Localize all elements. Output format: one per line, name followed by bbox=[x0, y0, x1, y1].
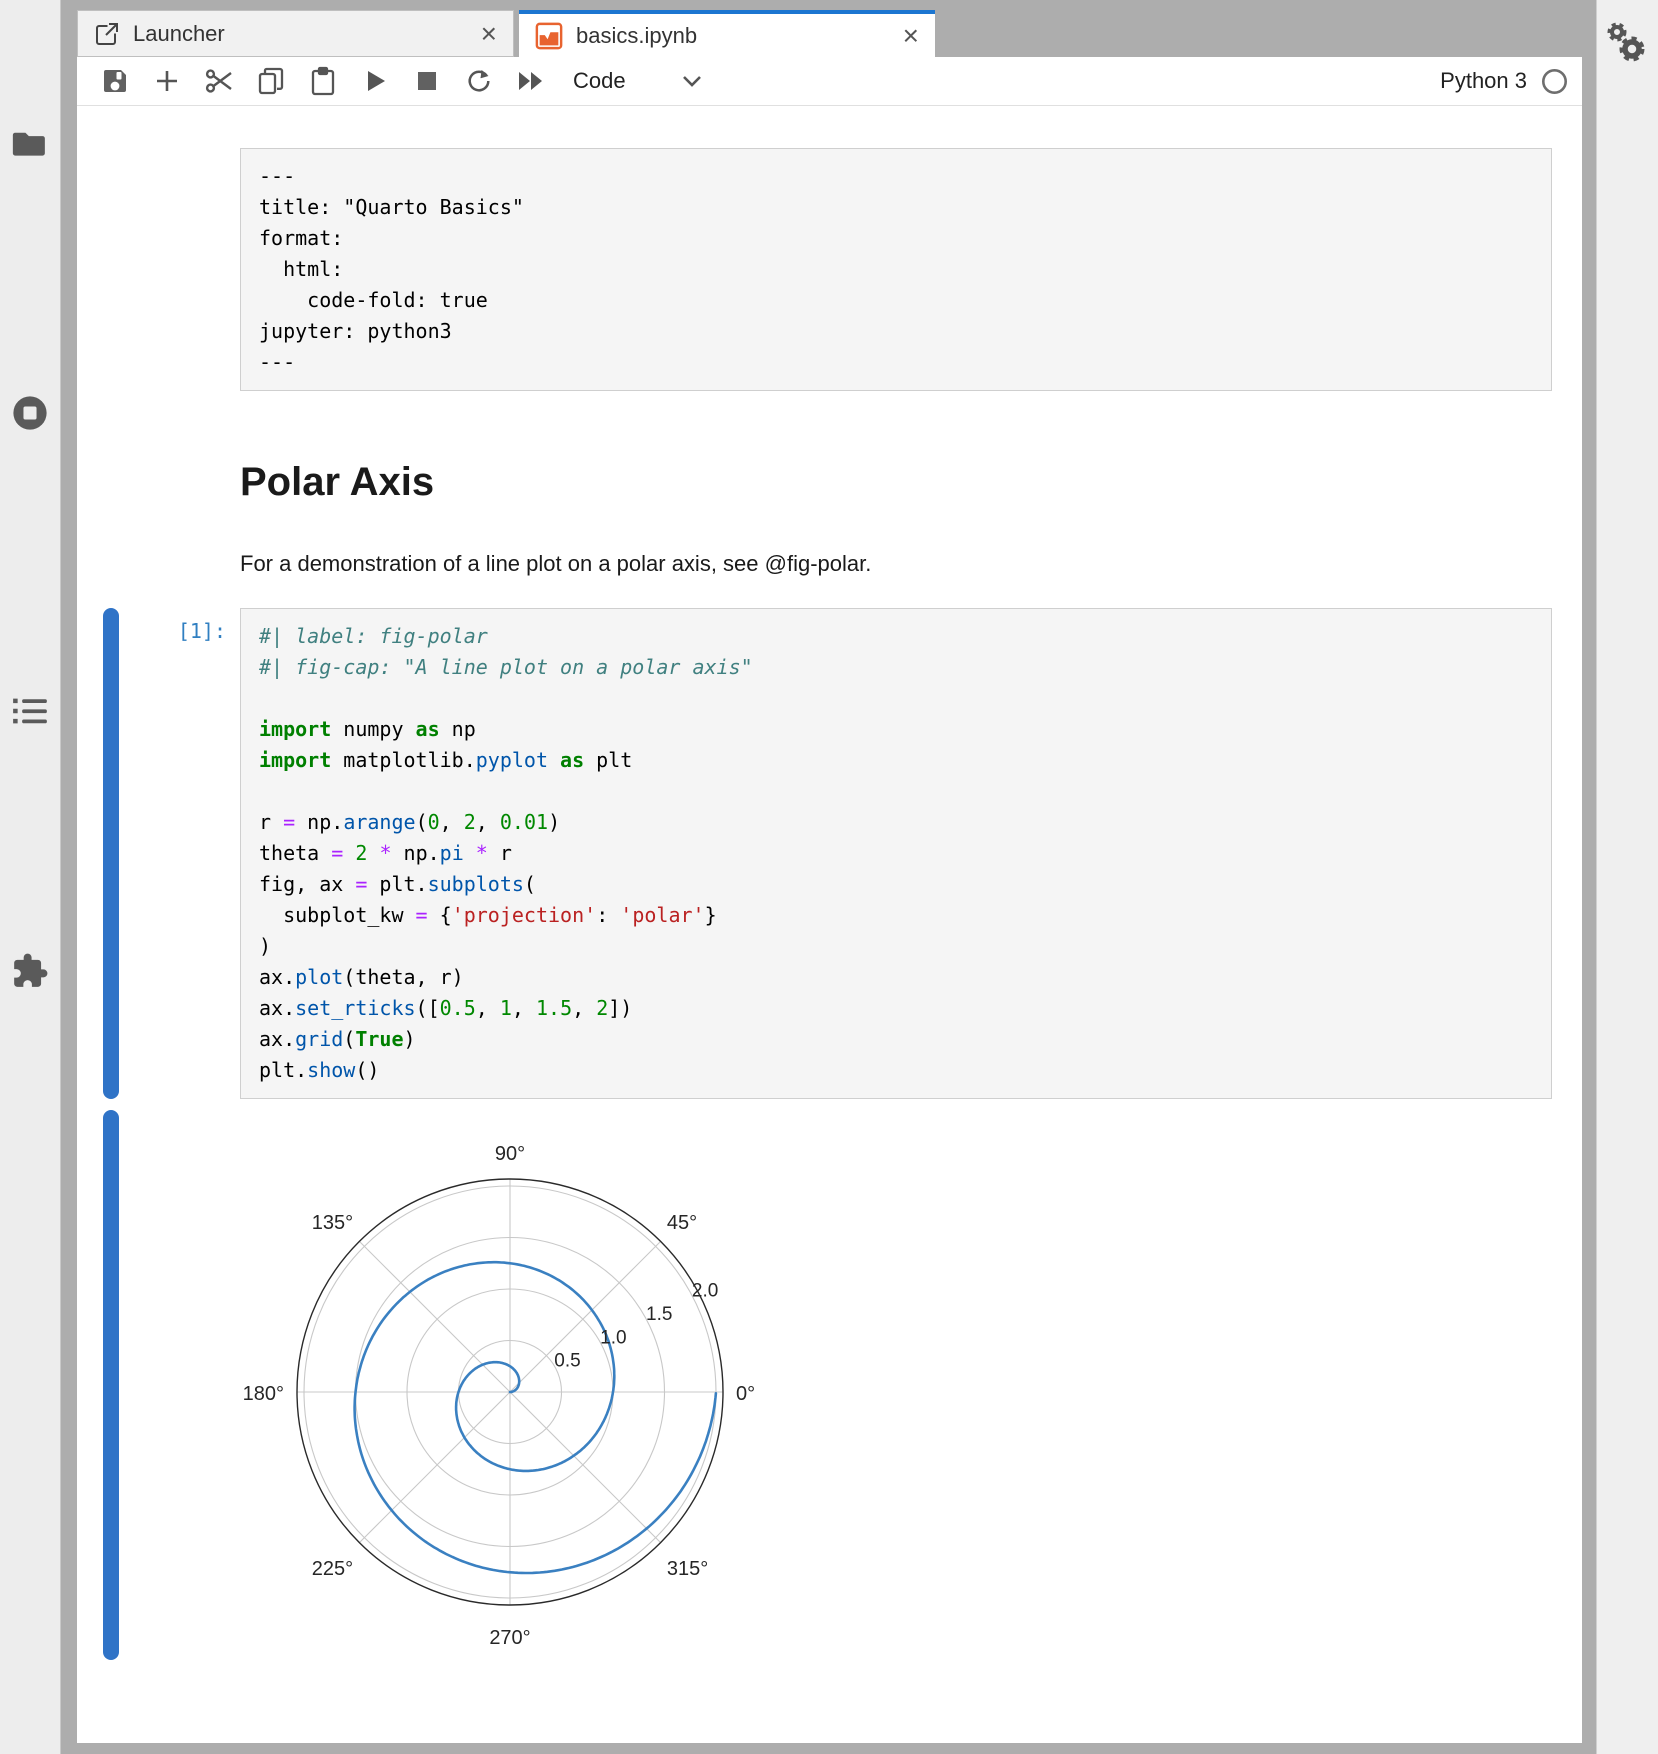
code-line bbox=[259, 776, 1551, 807]
svg-text:1.5: 1.5 bbox=[646, 1304, 672, 1325]
cell-type-dropdown[interactable]: Code bbox=[573, 68, 626, 94]
markdown-cell-prompt bbox=[119, 446, 240, 577]
section-heading: Polar Axis bbox=[240, 460, 1552, 505]
restart-kernel-button[interactable] bbox=[464, 66, 494, 96]
right-sidebar bbox=[1596, 0, 1658, 1754]
code-line: theta = 2 * np.pi * r bbox=[259, 838, 1551, 869]
run-button[interactable] bbox=[360, 66, 390, 96]
save-button[interactable] bbox=[100, 66, 130, 96]
add-cell-button[interactable] bbox=[152, 66, 182, 96]
extension-manager-icon[interactable] bbox=[9, 950, 51, 992]
code-line: ax.set_rticks([0.5, 1, 1.5, 2]) bbox=[259, 993, 1551, 1024]
main-window: Launcher × basics.ipynb × bbox=[77, 10, 1582, 1743]
markdown-paragraph: For a demonstration of a line plot on a … bbox=[240, 551, 1552, 577]
raw-cell-collapser[interactable] bbox=[103, 148, 119, 391]
code-cell-collapser[interactable] bbox=[103, 608, 119, 1099]
notebook-toolbar: Code Python 3 bbox=[77, 57, 1582, 106]
code-line: import matplotlib.pyplot as plt bbox=[259, 745, 1551, 776]
notebook-icon bbox=[535, 22, 563, 50]
svg-text:90°: 90° bbox=[495, 1143, 525, 1165]
raw-code-line: jupyter: python3 bbox=[259, 316, 1551, 347]
kernel-status-icon[interactable] bbox=[1541, 68, 1568, 95]
code-line: ax.plot(theta, r) bbox=[259, 962, 1551, 993]
svg-text:315°: 315° bbox=[667, 1558, 708, 1580]
output-cell[interactable]: 0° 45° 90° 135° 180° 225° 270° 315° 0.5 1.0 1.5 2.0 bbox=[77, 1110, 1582, 1662]
code-line: import numpy as np bbox=[259, 714, 1551, 745]
code-line: #| label: fig-polar bbox=[259, 621, 1551, 652]
cut-button[interactable] bbox=[204, 66, 234, 96]
tab-launcher-label: Launcher bbox=[133, 21, 481, 47]
code-line: ) bbox=[259, 931, 1551, 962]
output-cell-prompt bbox=[119, 1110, 240, 1662]
svg-text:1.0: 1.0 bbox=[600, 1327, 626, 1348]
code-line: ax.grid(True) bbox=[259, 1024, 1551, 1055]
markdown-cell-collapser[interactable] bbox=[103, 446, 119, 577]
tab-bar: Launcher × basics.ipynb × bbox=[77, 10, 1582, 57]
copy-button[interactable] bbox=[256, 66, 286, 96]
chevron-down-icon[interactable] bbox=[682, 74, 702, 88]
tab-launcher[interactable]: Launcher × bbox=[77, 10, 514, 57]
code-line: fig, ax = plt.subplots( bbox=[259, 869, 1551, 900]
svg-text:2.0: 2.0 bbox=[692, 1281, 718, 1302]
raw-cell-prompt bbox=[119, 148, 240, 391]
code-line: #| fig-cap: "A line plot on a polar axis… bbox=[259, 652, 1551, 683]
raw-code-line: --- bbox=[259, 161, 1551, 192]
raw-code-line: format: bbox=[259, 223, 1551, 254]
code-line bbox=[259, 683, 1551, 714]
notebook-panel[interactable]: ---title: "Quarto Basics"format: html: c… bbox=[77, 106, 1582, 1743]
svg-text:0.5: 0.5 bbox=[554, 1351, 580, 1372]
tab-notebook-label: basics.ipynb bbox=[576, 23, 903, 49]
running-kernels-icon[interactable] bbox=[9, 392, 51, 434]
code-cell-prompt: [1]: bbox=[119, 608, 240, 1099]
code-line: plt.show() bbox=[259, 1055, 1551, 1086]
raw-cell: ---title: "Quarto Basics"format: html: c… bbox=[77, 148, 1582, 391]
launcher-icon bbox=[94, 21, 120, 47]
fast-forward-button[interactable] bbox=[516, 66, 546, 96]
paste-button[interactable] bbox=[308, 66, 338, 96]
left-activity-bar bbox=[0, 0, 61, 1754]
jupyterlab-screenshot: Launcher × basics.ipynb × bbox=[0, 0, 1658, 1754]
markdown-cell[interactable]: Polar Axis For a demonstration of a line… bbox=[77, 446, 1582, 577]
raw-code-line: title: "Quarto Basics" bbox=[259, 192, 1551, 223]
svg-text:270°: 270° bbox=[489, 1627, 530, 1649]
svg-text:225°: 225° bbox=[312, 1558, 353, 1580]
output-cell-collapser[interactable] bbox=[103, 1110, 119, 1660]
raw-code-line: code-fold: true bbox=[259, 285, 1551, 316]
raw-cell-editor[interactable]: ---title: "Quarto Basics"format: html: c… bbox=[240, 148, 1552, 391]
svg-text:45°: 45° bbox=[667, 1212, 697, 1234]
table-of-contents-icon[interactable] bbox=[9, 690, 51, 732]
theta-tick-labels: 0° 45° 90° 135° 180° 225° 270° 315° bbox=[243, 1143, 756, 1649]
code-cell: [1]: #| label: fig-polar#| fig-cap: "A l… bbox=[77, 608, 1582, 1099]
polar-plot-output: 0° 45° 90° 135° 180° 225° 270° 315° 0.5 1.0 1.5 2.0 bbox=[242, 1110, 790, 1662]
svg-text:180°: 180° bbox=[243, 1383, 284, 1405]
raw-code-line: --- bbox=[259, 347, 1551, 378]
svg-text:135°: 135° bbox=[312, 1212, 353, 1234]
file-browser-icon[interactable] bbox=[9, 122, 51, 164]
code-line: subplot_kw = {'projection': 'polar'} bbox=[259, 900, 1551, 931]
kernel-name[interactable]: Python 3 bbox=[1440, 68, 1527, 94]
stop-button[interactable] bbox=[412, 66, 442, 96]
code-line: r = np.arange(0, 2, 0.01) bbox=[259, 807, 1551, 838]
code-cell-editor[interactable]: #| label: fig-polar#| fig-cap: "A line p… bbox=[240, 608, 1552, 1099]
tab-notebook[interactable]: basics.ipynb × bbox=[519, 10, 935, 57]
tab-notebook-close-icon[interactable]: × bbox=[903, 22, 919, 50]
tab-launcher-close-icon[interactable]: × bbox=[481, 20, 497, 48]
property-inspector-icon[interactable] bbox=[1603, 18, 1649, 70]
raw-code-line: html: bbox=[259, 254, 1551, 285]
svg-text:0°: 0° bbox=[736, 1383, 755, 1405]
